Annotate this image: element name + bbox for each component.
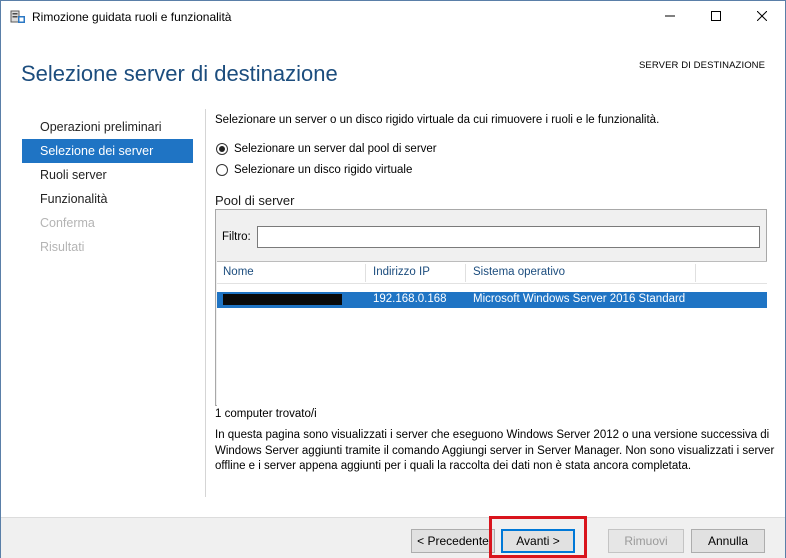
column-separator[interactable] <box>465 264 466 282</box>
nav-item-risultati: Risultati <box>40 240 85 254</box>
radio-button[interactable] <box>216 143 228 155</box>
page-title: Selezione server di destinazione <box>21 61 338 86</box>
intro-text: Selezionare un server o un disco rigido … <box>215 114 660 126</box>
found-count: 1 computer trovato/i <box>215 408 317 420</box>
nav-item-ruoli-server[interactable]: Ruoli server <box>22 163 193 187</box>
cell-ip: 192.168.0.168 <box>373 293 447 305</box>
redacted-server-name <box>223 294 342 305</box>
radio-server-pool[interactable]: Selezionare un server dal pool di server <box>216 143 437 155</box>
server-list[interactable]: Nome Indirizzo IP Sistema operativo 192.… <box>217 261 767 406</box>
wizard-window: Rimozione guidata ruoli e funzionalità S… <box>0 0 786 558</box>
column-separator[interactable] <box>365 264 366 282</box>
server-manager-icon <box>10 10 26 24</box>
maximize-icon <box>711 10 721 24</box>
maximize-button[interactable] <box>693 1 739 33</box>
nav-divider <box>205 109 206 497</box>
column-separator[interactable] <box>695 264 696 282</box>
previous-button[interactable]: < Precedente <box>411 529 495 553</box>
wizard-footer: < Precedente Avanti > Rimuovi Annulla <box>1 517 785 558</box>
destination-server-label: SERVER DI DESTINAZIONE <box>639 60 766 71</box>
cell-os: Microsoft Windows Server 2016 Standard <box>473 293 686 305</box>
wizard-header: Selezione server di destinazione SERVER … <box>1 34 785 98</box>
description-text: In questa pagina sono visualizzati i ser… <box>215 429 775 472</box>
server-pool-panel: Filtro: Nome Indirizzo IP Sistema operat… <box>215 209 767 406</box>
nav-item-operazioni-preliminari[interactable]: Operazioni preliminari <box>22 115 193 139</box>
server-list-header: Nome Indirizzo IP Sistema operativo <box>217 262 767 284</box>
radio-virtual-disk[interactable]: Selezionare un disco rigido virtuale <box>216 164 412 176</box>
close-button[interactable] <box>739 1 785 33</box>
minimize-icon <box>665 10 675 24</box>
cancel-button[interactable]: Annulla <box>691 529 765 553</box>
radio-label: Selezionare un server dal pool di server <box>234 143 437 155</box>
nav-item-funzionalita[interactable]: Funzionalità <box>22 187 193 211</box>
close-icon <box>756 10 768 24</box>
filter-label: Filtro: <box>222 231 251 243</box>
window-title: Rimozione guidata ruoli e funzionalità <box>32 10 232 24</box>
column-header-name[interactable]: Nome <box>217 262 254 284</box>
nav-item-selezione-server[interactable]: Selezione dei server <box>22 139 193 163</box>
filter-input[interactable] <box>257 226 760 248</box>
column-header-ip[interactable]: Indirizzo IP <box>367 262 430 284</box>
next-button-highlight <box>489 516 587 558</box>
server-pool-title: Pool di server <box>215 193 295 208</box>
table-row[interactable]: 192.168.0.168 Microsoft Windows Server 2… <box>217 292 767 308</box>
minimize-button[interactable] <box>647 1 693 33</box>
radio-selected-dot <box>219 146 225 152</box>
title-bar[interactable]: Rimozione guidata ruoli e funzionalità <box>1 1 785 34</box>
nav-item-conferma: Conferma <box>40 216 95 230</box>
wizard-nav: Operazioni preliminari Selezione dei ser… <box>22 115 193 259</box>
radio-label: Selezionare un disco rigido virtuale <box>234 164 413 176</box>
remove-button: Rimuovi <box>608 529 684 553</box>
radio-button[interactable] <box>216 164 228 176</box>
column-header-os[interactable]: Sistema operativo <box>467 262 565 284</box>
